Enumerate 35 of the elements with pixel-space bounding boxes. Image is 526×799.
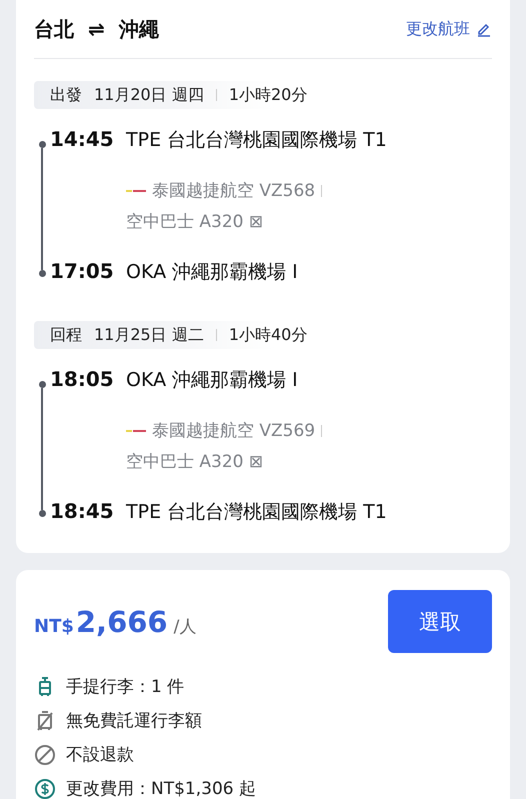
prohibited-icon bbox=[34, 744, 56, 766]
round-trip-arrow: ⇌ bbox=[88, 17, 105, 41]
select-button[interactable]: 選取 bbox=[388, 590, 492, 653]
change-flight-link[interactable]: 更改航班 bbox=[406, 18, 492, 40]
aircraft-type: 空中巴士 A320 ⊠ bbox=[126, 211, 264, 233]
departure-time: 18:05 bbox=[50, 367, 114, 391]
arrival-airport: TPE 台北台灣桃園國際機場 T1 bbox=[126, 500, 387, 525]
origin-city: 台北 bbox=[34, 16, 74, 42]
departure-airport: TPE 台北台灣桃園國際機場 T1 bbox=[126, 128, 387, 153]
price-unit: /人 bbox=[174, 616, 196, 638]
currency: NT$ bbox=[34, 616, 74, 636]
fare-rule: 手提行李：1 件 bbox=[66, 676, 184, 698]
airline-logo-icon bbox=[126, 188, 146, 192]
arrival-time: 18:45 bbox=[50, 499, 114, 523]
aircraft-type: 空中巴士 A320 ⊠ bbox=[126, 451, 264, 473]
departure-time: 14:45 bbox=[50, 127, 114, 151]
departure-airport: OKA 沖繩那霸機場 I bbox=[126, 368, 298, 393]
leg-label: 回程 bbox=[50, 324, 82, 346]
airline-flight: 泰國越捷航空 VZ569 bbox=[152, 420, 316, 442]
leg-label: 出發 bbox=[50, 84, 82, 106]
leg-duration: 1小時20分 bbox=[228, 84, 308, 106]
price-amount: 2,666 bbox=[76, 604, 168, 638]
leg-duration: 1小時40分 bbox=[228, 324, 308, 346]
airline-logo-icon bbox=[126, 428, 146, 432]
arrival-airport: OKA 沖繩那霸機場 I bbox=[126, 260, 298, 285]
pencil-icon bbox=[476, 21, 492, 37]
fare-rule: 不設退款 bbox=[66, 744, 134, 766]
destination-city: 沖繩 bbox=[118, 16, 159, 42]
arrival-time: 17:05 bbox=[50, 259, 114, 283]
airline-flight: 泰國越捷航空 VZ568 bbox=[152, 180, 316, 202]
leg-date: 11月25日 週二 bbox=[94, 324, 204, 346]
dollar-icon bbox=[34, 778, 56, 799]
leg-date: 11月20日 週四 bbox=[94, 84, 204, 106]
fare-rule: 更改費用：NT$1,306 起 bbox=[66, 778, 256, 799]
fare-rule: 無免費託運行李額 bbox=[66, 710, 202, 732]
